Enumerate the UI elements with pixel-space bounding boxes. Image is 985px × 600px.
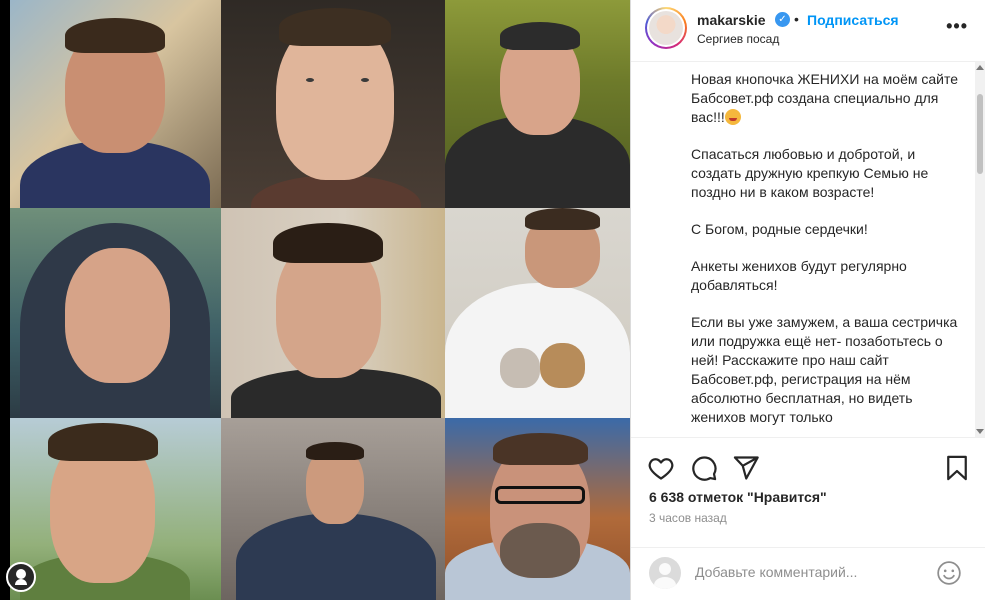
hair <box>525 208 600 230</box>
likes-count[interactable]: 6 638 отметок "Нравится" <box>649 489 827 505</box>
photo-tile-7 <box>10 418 221 600</box>
eye <box>306 78 314 82</box>
comment-bar <box>631 547 985 600</box>
photo-tile-2 <box>221 0 445 208</box>
follow-button[interactable]: Подписаться <box>807 12 899 28</box>
bookmark-icon[interactable] <box>943 454 971 482</box>
heart-icon[interactable] <box>647 454 675 482</box>
photo-tile-5 <box>221 208 445 418</box>
caption-paragraph: Спасаться любовью и добротой, и создать … <box>691 146 929 200</box>
scrollbar-thumb[interactable] <box>977 94 983 174</box>
photo-tile-8 <box>221 418 445 600</box>
kitten <box>540 343 585 388</box>
share-icon[interactable] <box>732 454 760 482</box>
post-actions: 6 638 отметок "Нравится" 3 часов назад <box>631 437 985 547</box>
caption-scroll-area[interactable]: Новая кнопочка ЖЕНИХИ на моём сайте Бабс… <box>631 62 985 437</box>
scroll-up-arrow-icon[interactable] <box>976 65 984 70</box>
post-image-collage[interactable] <box>10 0 630 600</box>
hair <box>273 223 383 263</box>
post-caption: Новая кнопочка ЖЕНИХИ на моём сайте Бабс… <box>691 70 961 427</box>
suit <box>236 513 436 600</box>
shirt <box>445 283 630 418</box>
verified-icon: ✓ <box>775 12 790 27</box>
comment-icon[interactable] <box>690 454 718 482</box>
more-options-icon[interactable]: ••• <box>946 16 968 37</box>
hair <box>65 18 165 53</box>
smiling-face-with-hearts-emoji <box>724 109 741 125</box>
scroll-down-arrow-icon[interactable] <box>976 429 984 434</box>
photo-tile-1 <box>10 0 221 208</box>
eye <box>361 78 369 82</box>
comment-input[interactable] <box>695 564 915 580</box>
photo-tile-3 <box>445 0 630 208</box>
author-avatar[interactable] <box>645 7 687 49</box>
left-strip <box>0 0 10 600</box>
photo-tile-9 <box>445 418 630 600</box>
author-username[interactable]: makarskie <box>697 12 766 28</box>
caption-paragraph: С Богом, родные сердечки! <box>691 221 868 237</box>
emoji-icon[interactable] <box>936 560 962 586</box>
glasses <box>495 486 585 504</box>
hair <box>306 442 364 460</box>
hair <box>500 22 580 50</box>
beard <box>500 523 580 578</box>
photo-tile-6 <box>445 208 630 418</box>
caption-scrollbar[interactable] <box>975 62 985 437</box>
caption-paragraph: Если вы уже замужем, а ваша сестричка ил… <box>691 314 958 425</box>
caption-paragraph: Новая кнопочка ЖЕНИХИ на моём сайте Бабс… <box>691 71 959 125</box>
hair <box>279 8 391 46</box>
separator-dot: • <box>794 11 799 27</box>
post-header: makarskie ✓ • Подписаться Сергиев посад … <box>631 0 985 62</box>
hair <box>493 433 588 465</box>
photo-tile-4 <box>10 208 221 418</box>
kitten <box>500 348 540 388</box>
hair <box>48 423 158 461</box>
profile-avatar-icon[interactable] <box>6 562 36 592</box>
caption-paragraph: Анкеты женихов будут регулярно добавлять… <box>691 258 907 293</box>
location-link[interactable]: Сергиев посад <box>697 32 779 46</box>
face <box>65 248 170 383</box>
post-timestamp[interactable]: 3 часов назад <box>649 511 727 525</box>
user-avatar-icon <box>649 557 681 589</box>
post-side-panel: makarskie ✓ • Подписаться Сергиев посад … <box>630 0 985 600</box>
